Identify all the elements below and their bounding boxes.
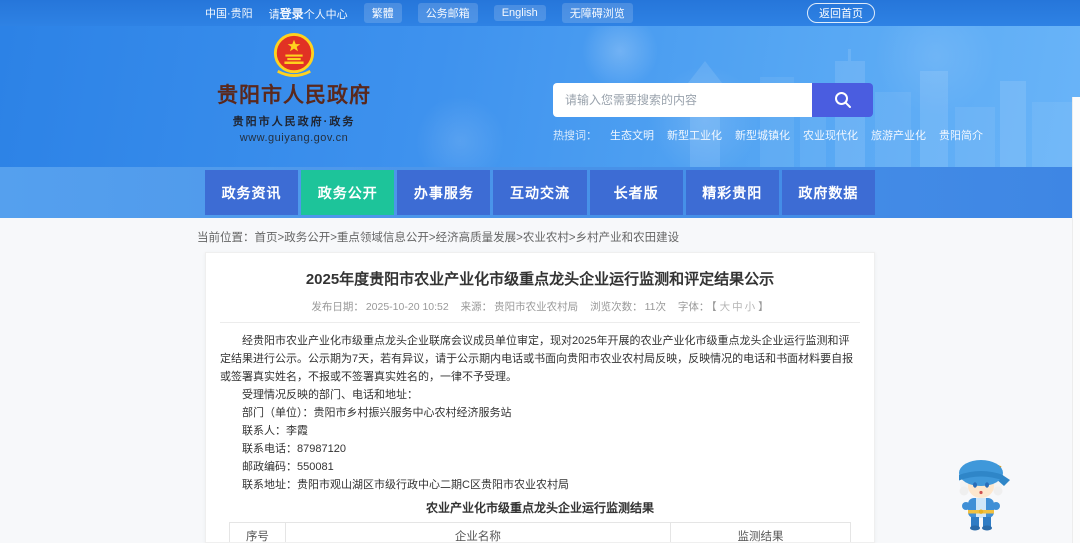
hot-search-word[interactable]: 贵阳简介 xyxy=(939,127,983,143)
publish-date-label: 发布日期： xyxy=(311,301,364,313)
page: 中国·贵阳 请登录个人中心 繁體 公务邮箱 English 无障碍浏览 返回首页 xyxy=(0,0,1080,543)
hot-search-word[interactable]: 旅游产业化 xyxy=(871,127,926,143)
main-navigation: 政务资讯 政务公开 办事服务 互动交流 长者版 精彩贵阳 政府数据 xyxy=(0,167,1080,218)
topbar-english-link[interactable]: English xyxy=(493,5,546,21)
topbar-traditional-chinese-link[interactable]: 繁體 xyxy=(363,3,402,23)
search-button[interactable] xyxy=(812,83,873,117)
top-utility-bar: 中国·贵阳 请登录个人中心 繁體 公务邮箱 English 无障碍浏览 返回首页 xyxy=(0,0,1080,26)
nav-tab[interactable]: 长者版 xyxy=(589,170,683,215)
hot-search-word[interactable]: 农业现代化 xyxy=(803,127,858,143)
topbar-site-label[interactable]: 中国·贵阳 xyxy=(205,5,253,21)
bracket-open: 【 xyxy=(711,301,717,313)
site-logo[interactable]: 贵阳市人民政府 贵阳市人民政府·政务 www.guiyang.gov.cn xyxy=(210,32,378,144)
article-meta: 发布日期： 2025-10-20 10:52 来源： 贵阳市农业农村局 浏览次数： 1… xyxy=(220,299,860,323)
article-paragraph: 邮政编码：550081 xyxy=(242,461,334,473)
breadcrumb: 当前位置：首页>政务公开>重点领域信息公开>经济高质量发展>农业农村>乡村产业和… xyxy=(197,229,679,245)
search-area: 热搜词： 生态文明新型工业化新型城镇化农业现代化旅游产业化贵阳简介 xyxy=(553,83,983,143)
article-paragraph: 部门（单位）：贵阳市乡村振兴服务中心农村经济服务站 xyxy=(242,407,512,419)
article-card: 2025年度贵阳市农业产业化市级重点龙头企业运行监测和评定结果公示 发布日期： 2… xyxy=(205,252,875,543)
font-size-label: 字体： xyxy=(677,301,710,313)
publish-date: 2025-10-20 10:52 xyxy=(365,301,449,313)
nav-tab[interactable]: 政务公开 xyxy=(301,170,395,215)
site-subtitle: 贵阳市人民政府·政务 xyxy=(232,116,356,128)
mascot-icon[interactable] xyxy=(950,454,1012,532)
hot-search-label: 热搜词： xyxy=(553,130,597,142)
monitoring-results-table: 序号企业名称监测结果 1 贵州合力超市采购有限公司 合格 2 贵州友禾种业有限公… xyxy=(229,522,852,542)
table-header-cell: 企业名称 xyxy=(284,522,671,542)
magnifier-icon xyxy=(834,92,851,108)
article-title: 2025年度贵阳市农业产业化市级重点龙头企业运行监测和评定结果公示 xyxy=(305,271,775,288)
hot-search-word[interactable]: 新型工业化 xyxy=(667,127,722,143)
source-value: 贵阳市农业农村局 xyxy=(494,301,579,313)
article-paragraph: 受理情况反映的部门、电话和地址： xyxy=(242,389,418,401)
hot-search-word[interactable]: 新型城镇化 xyxy=(735,127,790,143)
font-size-option[interactable]: 中 xyxy=(732,301,743,313)
hot-search-words: 生态文明 新型工业化 新型城镇化 农业现代化 旅游产业化 贵阳简介 xyxy=(610,127,983,143)
hot-search-word[interactable]: 生态文明 xyxy=(610,127,654,143)
article-paragraph: 联系电话：87987120 xyxy=(242,443,346,455)
main-navigation-inner: 政务资讯 政务公开 办事服务 互动交流 长者版 精彩贵阳 政府数据 xyxy=(205,170,875,215)
font-size-options: 大中小 xyxy=(719,301,757,313)
topbar-login-link[interactable]: 请登录个人中心 xyxy=(269,5,348,22)
breadcrumb-path[interactable]: 首页>政务公开>重点领域信息公开>经济高质量发展>农业农村>乡村产业和农田建设 xyxy=(255,232,680,244)
nav-tab[interactable]: 办事服务 xyxy=(397,170,491,215)
top-utility-bar-inner: 中国·贵阳 请登录个人中心 繁體 公务邮箱 English 无障碍浏览 返回首页 xyxy=(205,3,875,23)
bracket-close: 】 xyxy=(758,301,769,313)
national-emblem-icon xyxy=(273,33,315,77)
topbar-accessibility-link[interactable]: 无障碍浏览 xyxy=(561,3,633,23)
site-url: www.guiyang.gov.cn xyxy=(239,132,349,144)
font-size-option[interactable]: 小 xyxy=(745,301,756,313)
nav-tab[interactable]: 政务资讯 xyxy=(205,170,299,215)
table-header-cell: 序号 xyxy=(229,522,286,542)
article-paragraph: 联系人：李霞 xyxy=(242,425,308,437)
site-banner: 贵阳市人民政府 贵阳市人民政府·政务 www.guiyang.gov.cn 热搜… xyxy=(0,26,1080,167)
table-header-row: 序号 企业名称 监测结果 xyxy=(229,522,852,542)
table-header-cell: 监测结果 xyxy=(669,522,852,542)
return-home-button[interactable]: 返回首页 xyxy=(807,3,875,23)
search-input[interactable] xyxy=(553,83,812,117)
article-paragraph: 联系地址：贵阳市观山湖区市级行政中心二期C区贵阳市农业农村局 xyxy=(242,479,569,491)
breadcrumb-label: 当前位置： xyxy=(197,232,255,244)
source-label: 来源： xyxy=(460,301,493,313)
nav-tab[interactable]: 互动交流 xyxy=(493,170,587,215)
site-name: 贵阳市人民政府 xyxy=(217,84,371,107)
topbar-official-mail-link[interactable]: 公务邮箱 xyxy=(417,3,478,23)
nav-tab[interactable]: 精彩贵阳 xyxy=(685,170,779,215)
font-size-option[interactable]: 大 xyxy=(720,301,731,313)
views-value: 11次 xyxy=(644,301,666,313)
scrollbar-track[interactable] xyxy=(1072,97,1080,543)
views-label: 浏览次数： xyxy=(590,301,643,313)
nav-tab[interactable]: 政府数据 xyxy=(781,170,875,215)
article-paragraph: 经贵阳市农业产业化市级重点龙头企业联席会议成员单位审定，现对2025年开展的农业… xyxy=(220,335,854,383)
article-body: 经贵阳市农业产业化市级重点龙头企业联席会议成员单位审定，现对2025年开展的农业… xyxy=(220,332,860,494)
hot-search-row: 热搜词： 生态文明 新型工业化 新型城镇化 农业现代化 旅游产业化 贵阳简介 xyxy=(553,127,983,143)
table-caption: 农业产业化市级重点龙头企业运行监测结果 xyxy=(425,501,654,515)
